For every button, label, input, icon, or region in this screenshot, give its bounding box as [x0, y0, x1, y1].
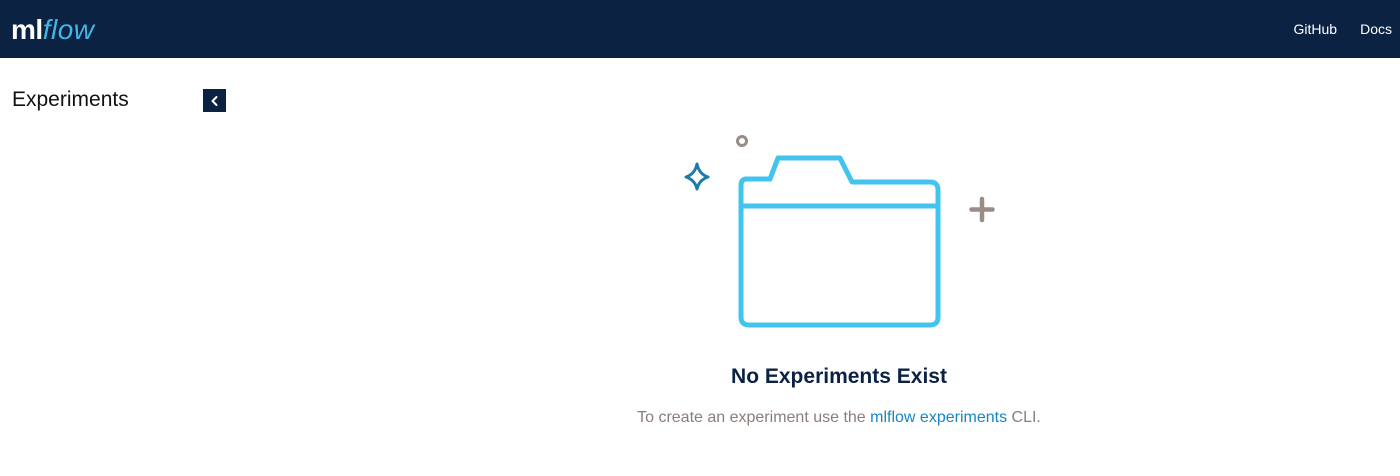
empty-desc-suffix: CLI.: [1007, 409, 1041, 426]
logo-ml-text: ml: [11, 14, 43, 45]
empty-desc-prefix: To create an experiment use the: [637, 409, 871, 426]
header-nav: GitHub Docs: [1271, 0, 1392, 58]
folder-icon: [738, 155, 941, 328]
mlflow-experiments-cli-link[interactable]: mlflow experiments: [870, 409, 1007, 426]
sparkle-icon: [684, 162, 710, 191]
collapse-sidebar-button[interactable]: [203, 89, 226, 112]
empty-folder-illustration: [684, 135, 995, 328]
top-navbar: ml flow GitHub Docs: [0, 0, 1400, 58]
empty-state-description: To create an experiment use the mlflow e…: [0, 409, 1400, 427]
plus-icon: [969, 196, 995, 223]
mlflow-logo[interactable]: ml flow: [11, 10, 94, 50]
chevron-left-icon: [211, 95, 217, 106]
logo-flow-text: flow: [42, 14, 95, 45]
docs-link[interactable]: Docs: [1360, 21, 1392, 37]
sidebar-title: Experiments: [12, 88, 129, 111]
ring-icon: [736, 135, 748, 147]
github-link[interactable]: GitHub: [1294, 21, 1338, 37]
empty-state-title: No Experiments Exist: [731, 365, 947, 388]
